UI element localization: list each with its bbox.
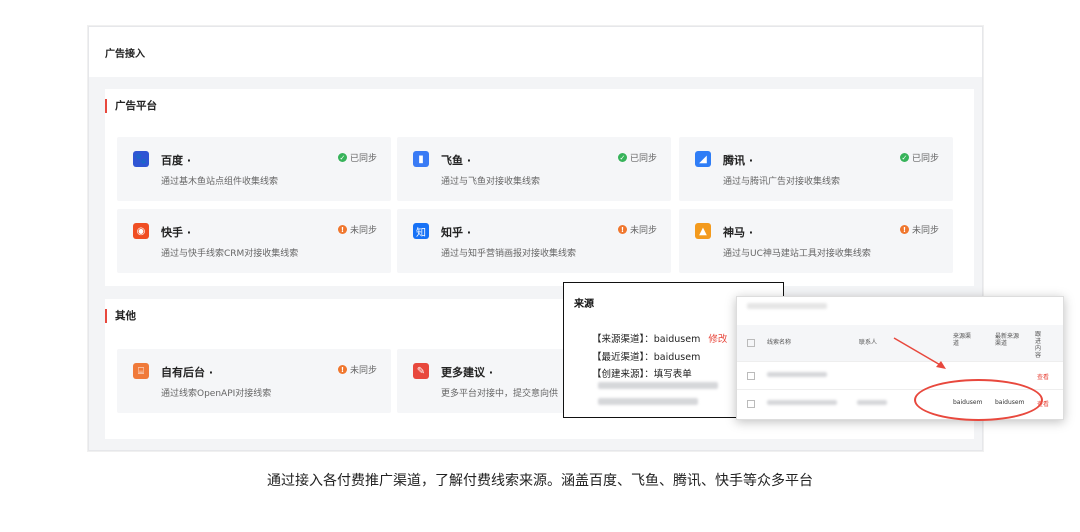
shenma-icon: ▲ xyxy=(695,223,711,239)
card-name: 腾讯 · xyxy=(723,154,754,167)
card-desc: 通过与腾讯广告对接收集线索 xyxy=(723,177,841,187)
annotation-arrow xyxy=(893,337,946,369)
card-name: 自有后台 · xyxy=(161,366,214,379)
suggest-icon: ✎ xyxy=(413,363,429,379)
sync-status: ! 未同步 xyxy=(899,223,939,236)
page-title: 广告接入 xyxy=(105,49,145,60)
sync-status: ! 未同步 xyxy=(337,363,377,376)
tencent-icon: ◢ xyxy=(695,151,711,167)
sync-status: ✓ 已同步 xyxy=(899,153,939,164)
api-icon: ⌸ xyxy=(133,363,149,379)
col-source: 来源渠道 xyxy=(953,333,972,347)
blurred-text xyxy=(767,372,827,377)
info-icon: ! xyxy=(617,225,627,234)
sync-status: ✓ 已同步 xyxy=(337,153,377,164)
col-contact: 联系人 xyxy=(859,339,878,346)
blurred-text xyxy=(767,400,837,405)
section-title-others: 其他 xyxy=(105,309,136,323)
select-all-checkbox[interactable] xyxy=(747,339,755,347)
sync-status: ! 未同步 xyxy=(617,223,657,236)
sync-status: ✓ 已同步 xyxy=(617,153,657,164)
platform-card[interactable]: ▮ 飞鱼 · 通过与飞鱼对接收集线索 ✓ 已同步 xyxy=(397,137,671,201)
card-desc: 通过线索OpenAPI对接线索 xyxy=(161,389,272,399)
check-icon: ✓ xyxy=(617,153,627,162)
col-follow-up: 跟进内容 xyxy=(1035,331,1042,359)
card-desc: 通过与知乎营销画报对接收集线索 xyxy=(441,249,577,259)
platform-card[interactable]: 🐾 百度 · 通过基木鱼站点组件收集线索 ✓ 已同步 xyxy=(117,137,391,201)
platform-card[interactable]: ▲ 神马 · 通过与UC神马建站工具对接收集线索 ! 未同步 xyxy=(679,209,953,273)
check-icon: ✓ xyxy=(899,153,909,162)
section-title-platforms: 广告平台 xyxy=(105,99,157,113)
zhihu-icon: 知 xyxy=(413,223,429,239)
info-icon: ! xyxy=(899,225,909,234)
card-desc: 更多平台对接中，提交意向供 xyxy=(441,389,559,399)
card-name: 知乎 · xyxy=(441,226,472,239)
view-link[interactable]: 查看 xyxy=(1037,372,1049,381)
sync-status: ! 未同步 xyxy=(337,223,377,236)
search-input[interactable] xyxy=(747,303,827,309)
card-name: 神马 · xyxy=(723,226,754,239)
blurred-text xyxy=(598,382,718,389)
ad-platform-section: 广告平台 🐾 百度 · 通过基木鱼站点组件收集线索 ✓ 已同步 ▮ 飞鱼 · 通过与飞鱼对接收… xyxy=(105,89,974,286)
platform-card[interactable]: ⌸ 自有后台 · 通过线索OpenAPI对接线索 ! 未同步 xyxy=(117,349,391,413)
platform-card[interactable]: ◉ 快手 · 通过与快手线索CRM对接收集线索 ! 未同步 xyxy=(117,209,391,273)
card-name: 百度 · xyxy=(161,154,192,167)
popup-title: 来源 xyxy=(574,299,594,310)
col-latest-source: 最新来源渠道 xyxy=(995,333,1020,347)
blurred-text xyxy=(598,398,698,405)
platform-card[interactable]: 知知乎 · 通过与知乎营销画报对接收集线索 ! 未同步 xyxy=(397,209,671,273)
card-name: 飞鱼 · xyxy=(441,154,472,167)
edit-link[interactable]: 修改 xyxy=(708,334,727,345)
info-icon: ! xyxy=(337,225,347,234)
kuaishou-icon: ◉ xyxy=(133,223,149,239)
caption: 通过接入各付费推广渠道，了解付费线索来源。涵盖百度、飞鱼、腾讯、快手等众多平台 xyxy=(267,473,813,489)
check-icon: ✓ xyxy=(337,153,347,162)
popup-line-latest: 【最近渠道】：baidusem xyxy=(592,352,701,363)
highlight-ellipse xyxy=(914,379,1043,421)
platform-card[interactable]: ◢ 腾讯 · 通过与腾讯广告对接收集线索 ✓ 已同步 xyxy=(679,137,953,201)
feiyu-bars-icon: ▮ xyxy=(413,151,429,167)
popup-line-source: 【来源渠道】：baidusem 修改 xyxy=(592,334,728,345)
card-desc: 通过与快手线索CRM对接收集线索 xyxy=(161,249,299,259)
row-checkbox[interactable] xyxy=(747,400,755,408)
card-desc: 通过与UC神马建站工具对接收集线索 xyxy=(723,249,871,259)
popup-line-created: 【创建来源】：填写表单 xyxy=(592,369,692,380)
col-lead-name: 线索名称 xyxy=(767,339,792,346)
card-name: 快手 · xyxy=(161,226,192,239)
card-name: 更多建议 · xyxy=(441,366,494,379)
page-header: 广告接入 xyxy=(89,27,982,77)
info-icon: ! xyxy=(337,365,347,374)
baidu-paw-icon: 🐾 xyxy=(133,151,149,167)
blurred-text xyxy=(857,400,887,405)
card-desc: 通过基木鱼站点组件收集线索 xyxy=(161,177,279,187)
card-desc: 通过与飞鱼对接收集线索 xyxy=(441,177,541,187)
row-checkbox[interactable] xyxy=(747,372,755,380)
